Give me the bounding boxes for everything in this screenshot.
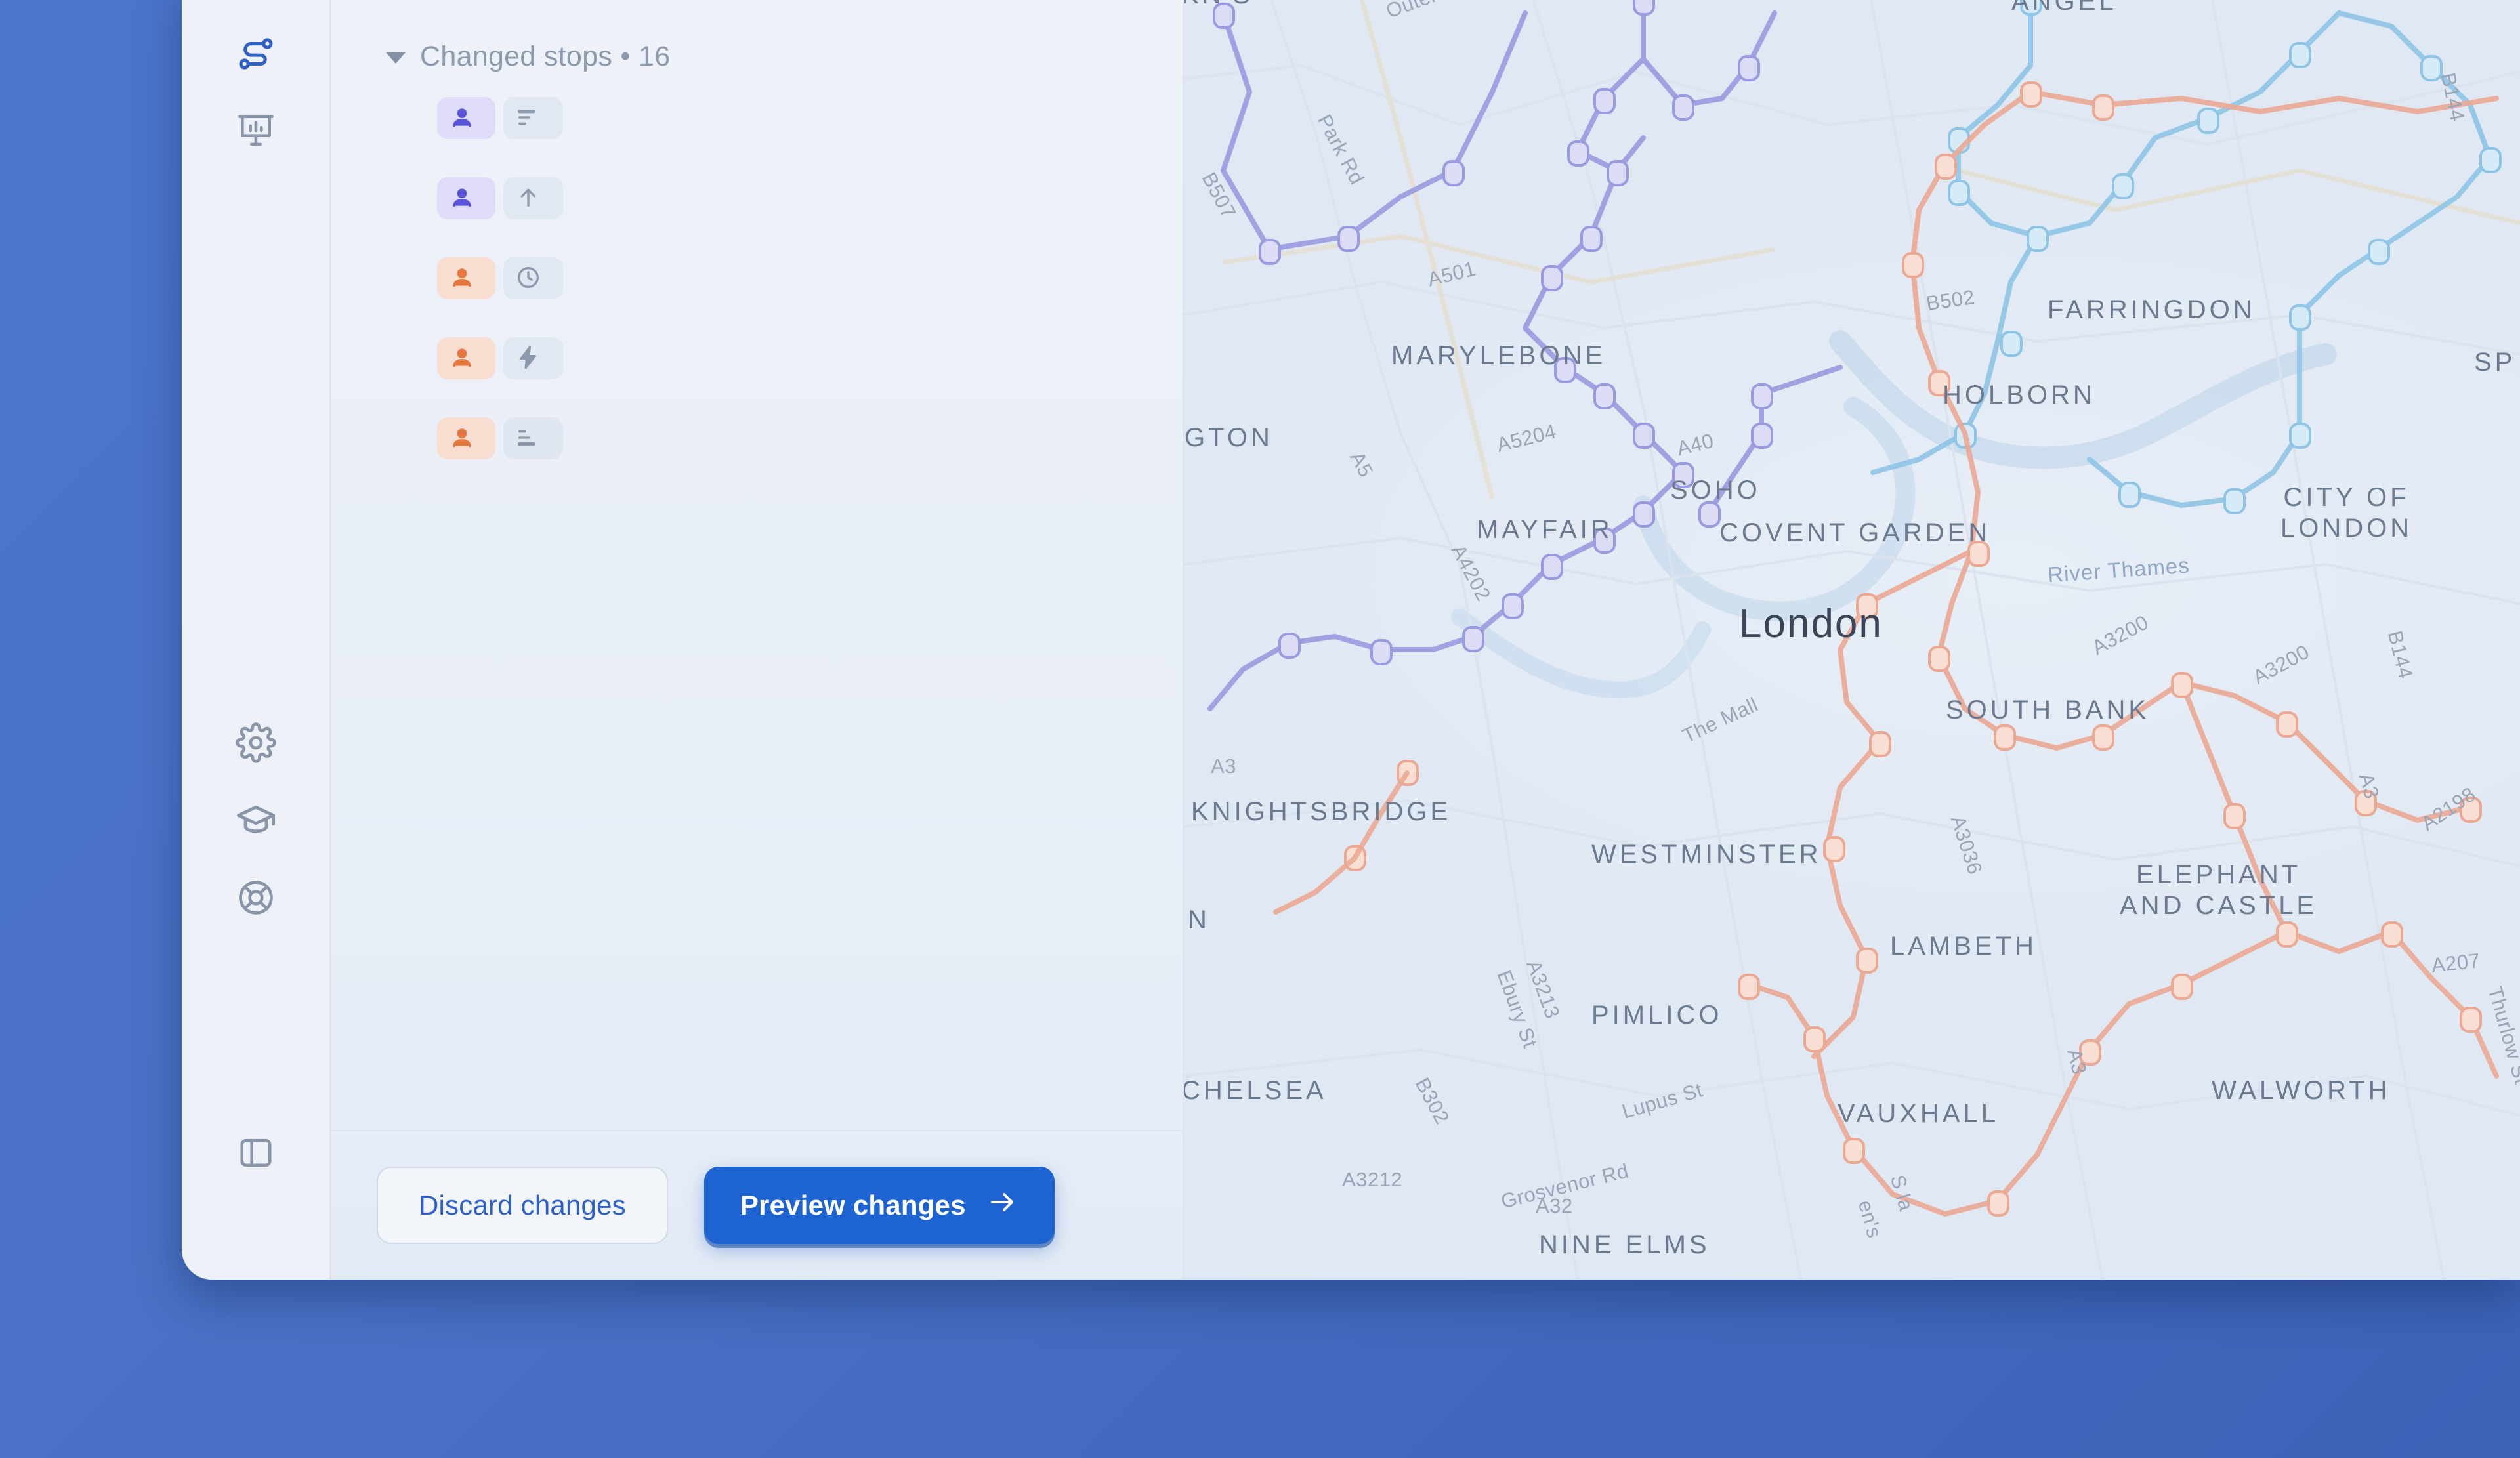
route-map[interactable]: ANGELKN'SMARYLEBONEFARRINGDONHOLBORNSPGT…	[1184, 0, 2520, 1280]
driver-chip[interactable]	[437, 257, 495, 299]
stop-index	[377, 399, 437, 403]
stop-badge-row	[437, 177, 1183, 219]
person-icon	[449, 184, 475, 211]
app-window: Changed stops • 16 Discard changes Previ…	[182, 0, 2520, 1280]
life-ring-icon	[236, 877, 276, 918]
sidebar-item-analytics[interactable]	[222, 97, 290, 165]
sidebar-tertiary-group	[182, 1119, 329, 1196]
stop-list-item[interactable]	[331, 399, 1183, 474]
stop-index	[377, 239, 437, 243]
person-icon	[449, 425, 475, 451]
map-canvas	[1184, 0, 2520, 1280]
sidebar-item-academy[interactable]	[222, 786, 290, 854]
lightning-icon	[515, 344, 541, 371]
discard-changes-button[interactable]: Discard changes	[377, 1167, 668, 1244]
stop-meta-chip[interactable]	[503, 417, 563, 459]
clock-icon	[515, 264, 541, 291]
stop-meta-chip[interactable]	[503, 257, 563, 299]
gear-icon	[235, 722, 276, 763]
driver-chip[interactable]	[437, 337, 495, 379]
arrow-right-icon	[987, 1186, 1018, 1224]
stop-list-item[interactable]	[331, 159, 1183, 234]
stop-badge-row	[437, 337, 1183, 379]
driver-chip[interactable]	[437, 177, 495, 219]
sidebar-item-support[interactable]	[222, 864, 290, 932]
sort-last-icon	[515, 425, 541, 451]
stop-badge-row	[437, 417, 1183, 459]
stop-badge-row	[437, 257, 1183, 299]
sidebar-secondary-group	[182, 709, 329, 941]
stop-badge-row	[437, 97, 1183, 139]
stop-index	[377, 79, 437, 83]
sidebar-toggle-icon	[237, 1134, 275, 1172]
panel-header-title: Changed stops • 16	[420, 40, 671, 72]
preview-changes-button[interactable]: Preview changes	[704, 1167, 1055, 1244]
stop-meta-chip[interactable]	[503, 97, 563, 139]
person-icon	[449, 264, 475, 291]
stop-meta-chip[interactable]	[503, 337, 563, 379]
stop-meta-chip[interactable]	[503, 177, 563, 219]
stop-index	[377, 319, 437, 323]
person-icon	[449, 344, 475, 371]
driver-chip[interactable]	[437, 417, 495, 459]
chevron-down-icon[interactable]	[386, 52, 406, 64]
graduation-cap-icon	[235, 799, 277, 841]
route-icon	[235, 33, 277, 75]
person-icon	[449, 104, 475, 131]
panel-footer-actions: Discard changes Preview changes	[331, 1130, 1183, 1280]
arrow-up-icon	[515, 184, 541, 211]
panel-header: Changed stops • 16	[331, 0, 1183, 73]
stop-index	[377, 159, 437, 163]
stop-list-item[interactable]	[331, 79, 1183, 154]
sidebar-item-toggle-panel[interactable]	[222, 1119, 290, 1187]
sidebar-icon-rail	[182, 0, 331, 1280]
stop-list-item[interactable]	[331, 239, 1183, 314]
stop-list[interactable]	[331, 73, 1183, 1130]
sidebar-item-routes[interactable]	[222, 20, 290, 88]
driver-chip[interactable]	[437, 97, 495, 139]
stop-list-item[interactable]	[331, 319, 1183, 394]
presentation-chart-icon	[236, 111, 276, 152]
sort-first-icon	[515, 104, 541, 131]
sidebar-item-settings[interactable]	[222, 709, 290, 777]
changed-stops-panel: Changed stops • 16 Discard changes Previ…	[331, 0, 1184, 1280]
preview-changes-label: Preview changes	[740, 1190, 966, 1220]
